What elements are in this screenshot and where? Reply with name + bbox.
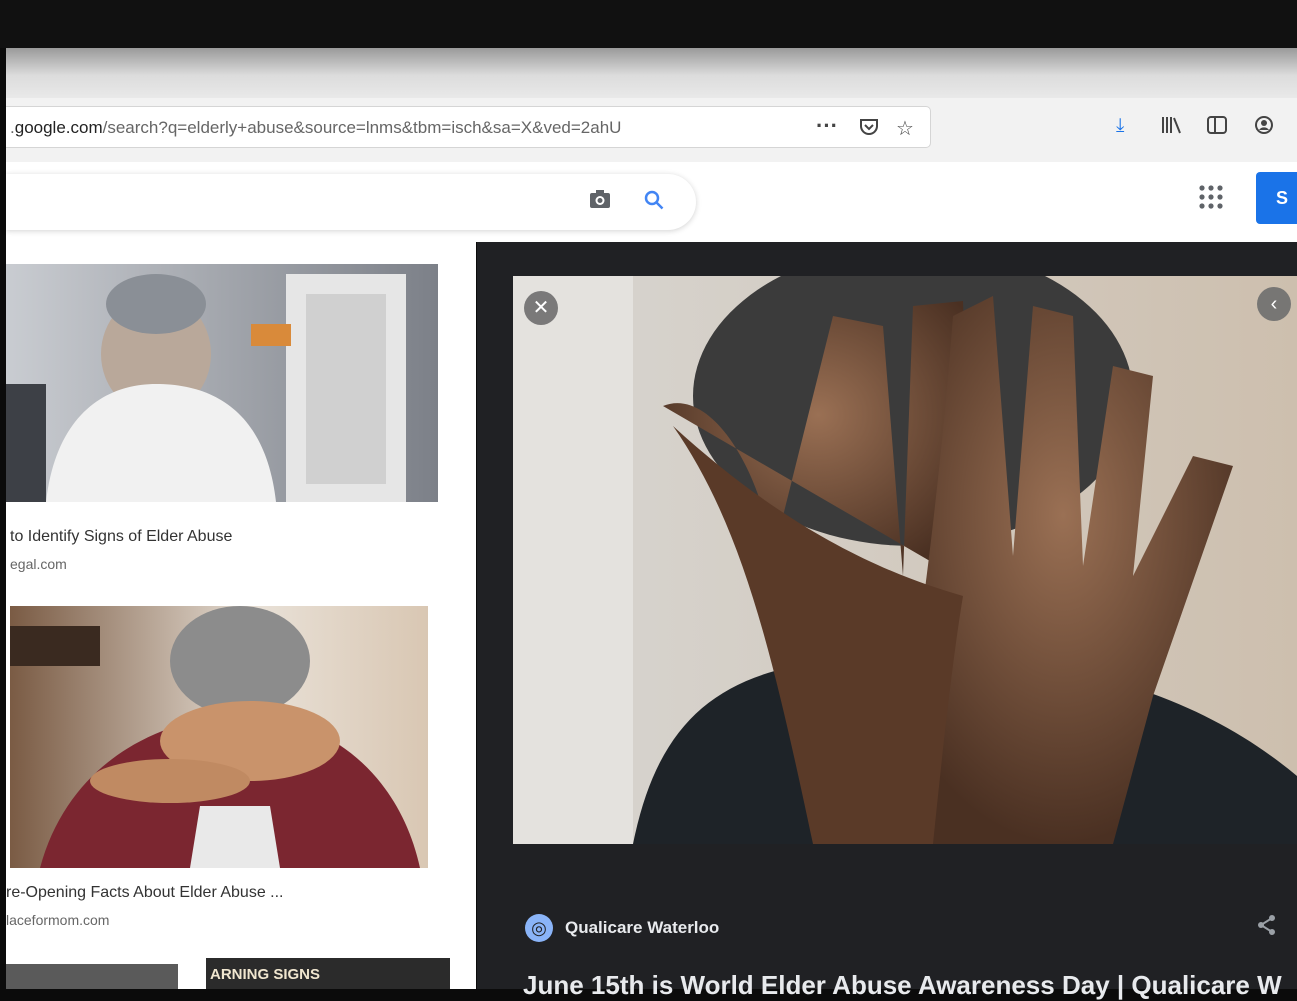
account-icon[interactable] [1254, 115, 1274, 141]
image-results-grid: to Identify Signs of Elder Abuse egal.co… [6, 242, 476, 989]
url-path: /search?q=elderly+abuse&source=lnms&tbm=… [102, 118, 622, 137]
download-icon[interactable]: ⤓ [1116, 115, 1124, 137]
google-header: S [6, 162, 1297, 242]
address-bar[interactable]: .google.com/search?q=elderly+abuse&sourc… [6, 106, 931, 148]
source-name[interactable]: Qualicare Waterloo [565, 918, 719, 938]
result-title-1[interactable]: to Identify Signs of Elder Abuse [10, 528, 232, 546]
preview-title[interactable]: June 15th is World Elder Abuse Awareness… [523, 970, 1297, 1001]
result-thumbnail-3[interactable] [6, 964, 178, 989]
image-preview-panel: ✕ ‹ ◎ Qualicare Waterloo June 15th is Wo… [477, 242, 1297, 1000]
pocket-icon[interactable] [858, 116, 880, 144]
url-text[interactable]: .google.com/search?q=elderly+abuse&sourc… [10, 118, 770, 138]
camera-icon[interactable] [588, 188, 612, 216]
preview-image[interactable] [513, 276, 1297, 844]
apps-grid-icon[interactable] [1198, 184, 1224, 215]
search-icon[interactable] [642, 188, 666, 218]
result-source-1: egal.com [10, 556, 67, 572]
thumbnail-overlay-text: ARNING SIGNS [210, 966, 321, 983]
result-source-2: laceformom.com [6, 912, 110, 928]
page-actions-menu-icon[interactable]: ··· [816, 113, 838, 139]
bookmark-star-icon[interactable]: ☆ [896, 116, 914, 141]
browser-toolbar: .google.com/search?q=elderly+abuse&sourc… [6, 98, 1297, 162]
sign-in-button[interactable]: S [1256, 172, 1297, 224]
result-thumbnail-2[interactable] [10, 606, 428, 868]
result-thumbnail-4[interactable]: ARNING SIGNS [206, 958, 450, 989]
result-title-2[interactable]: re-Opening Facts About Elder Abuse ... [6, 884, 284, 902]
share-icon[interactable] [1257, 914, 1277, 942]
sidebar-icon[interactable] [1206, 115, 1228, 141]
url-host: google.com [14, 118, 103, 137]
library-icon[interactable] [1161, 115, 1183, 141]
browser-tab-strip [6, 48, 1297, 98]
result-thumbnail-1[interactable] [6, 264, 438, 502]
close-icon[interactable]: ✕ [524, 291, 558, 325]
search-input[interactable] [6, 174, 696, 230]
screen-top-edge [0, 0, 1297, 48]
globe-icon: ◎ [525, 914, 553, 942]
chevron-left-icon[interactable]: ‹ [1257, 287, 1291, 321]
